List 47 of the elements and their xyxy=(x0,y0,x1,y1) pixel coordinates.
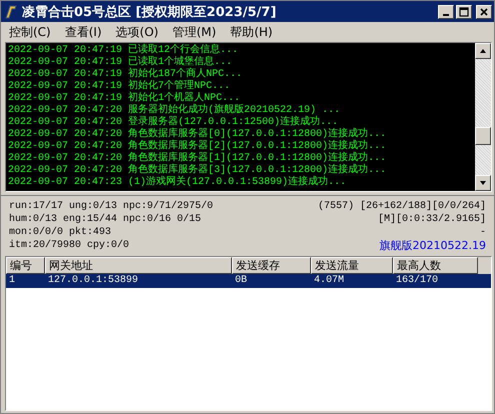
menu-item[interactable]: 帮助(H) xyxy=(230,24,273,40)
table-cell-text: 127.0.0.1:53899 xyxy=(47,274,140,288)
log-line: 2022-09-07 20:47:23 (1)游戏网关(127.0.0.1:53899)连接成功... xyxy=(8,177,348,189)
scrollbar[interactable] xyxy=(475,43,491,191)
scroll-thumb[interactable] xyxy=(475,127,491,145)
version-text: 旗舰版20210522.19 xyxy=(378,239,486,252)
window-title: 凌霄合击05号总区 [授权期限至2023/5/7] xyxy=(22,4,278,20)
close-button[interactable] xyxy=(476,4,492,18)
log-line: 2022-09-07 20:47:20 服务器初始化成功(旗舰版20210522.19) ... xyxy=(8,105,342,116)
status-text: (7557) [26+162/188][0/0/264] xyxy=(318,200,486,213)
log-line: 2022-09-07 20:47:19 初始化1个机器人NPC... xyxy=(8,93,242,104)
status-text: mon:0/0/0 pkt:493 xyxy=(9,226,112,239)
down-arrow-icon[interactable] xyxy=(479,179,487,187)
table-cell-text: 163/170 xyxy=(395,274,440,288)
column-header[interactable]: 发送流量 xyxy=(311,257,393,274)
column-header[interactable]: 发送缓存 xyxy=(232,257,311,274)
column-header[interactable]: 最高人数 xyxy=(393,257,478,274)
log-line: 2022-09-07 20:47:20 角色数据库服务器[0](127.0.0.1:12800)连接成功... xyxy=(8,129,388,140)
table-cell-text: 1 xyxy=(8,274,16,288)
column-header[interactable]: 编号 xyxy=(6,257,45,274)
menu-item[interactable]: 查看(I) xyxy=(64,24,102,40)
close-icon[interactable] xyxy=(479,6,489,16)
log-line: 2022-09-07 20:47:20 登录服务器(127.0.0.1:12500)连接成功... xyxy=(8,117,338,128)
menu-item[interactable]: 选项(O) xyxy=(116,24,158,40)
table-cell-text: 4.07M xyxy=(313,274,346,288)
status-text: itm:20/79980 cpy:0/0 xyxy=(9,239,130,252)
column-header[interactable]: 网关地址 xyxy=(45,257,232,274)
log-line: 2022-09-07 20:47:20 角色数据库服务器[2](127.0.0.1:12800)连接成功... xyxy=(8,141,388,152)
log-line: 2022-09-07 20:47:20 角色数据库服务器[1](127.0.0.1:12800)连接成功... xyxy=(8,153,388,164)
table-cell-text: 0B xyxy=(234,274,248,288)
maximize-button[interactable] xyxy=(456,4,472,18)
status-text: run:17/17 ung:0/13 npc:9/71/2975/0 xyxy=(9,200,214,213)
minimize-button[interactable] xyxy=(438,4,454,18)
maximize-icon[interactable] xyxy=(459,6,469,16)
app-icon xyxy=(3,4,19,20)
up-arrow-icon[interactable] xyxy=(479,47,487,55)
table-row[interactable]: 1 127.0.0.1:53899 0B 4.07M 163/170 xyxy=(6,274,491,288)
status-text: hum:0/13 eng:15/44 npc:0/16 0/15 xyxy=(9,213,202,226)
log-line: 2022-09-07 20:47:20 角色数据库服务器[3](127.0.0.1:12800)连接成功... xyxy=(8,165,388,176)
log-line: 2022-09-07 20:47:19 已读取1个城堡信息... xyxy=(8,57,234,68)
menu-item[interactable]: 控制(C) xyxy=(9,24,51,40)
status-text: [M][0:0:33/2.9165] xyxy=(376,213,486,226)
status-text: - xyxy=(478,226,486,239)
log-line: 2022-09-07 20:47:19 初始化7个管理NPC... xyxy=(8,81,232,92)
menu-item[interactable]: 管理(M) xyxy=(172,24,216,40)
log-line: 2022-09-07 20:47:19 初始化187个商人NPC... xyxy=(8,69,244,80)
log-line: 2022-09-07 20:47:19 已读取12个行会信息... xyxy=(8,45,240,56)
